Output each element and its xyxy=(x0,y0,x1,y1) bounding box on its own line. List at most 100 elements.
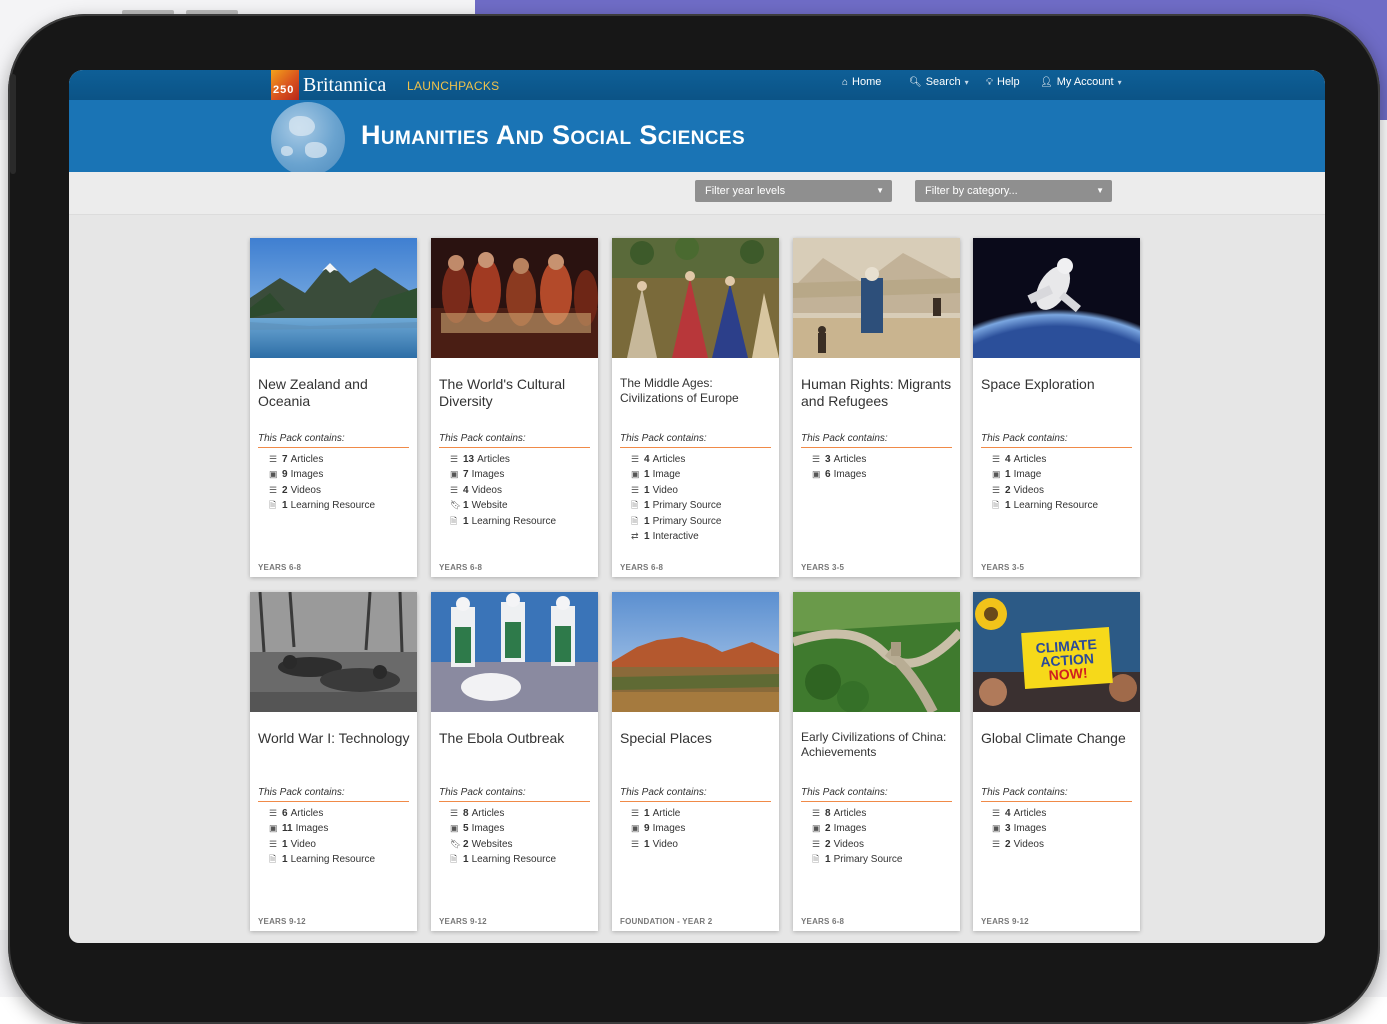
item-label: Articles xyxy=(477,454,510,465)
pack-content-item[interactable]: ☰ 2 Videos xyxy=(269,483,375,498)
image-icon: ▣ xyxy=(450,469,459,480)
pack-content-item[interactable]: 🗎︎ 1 Primary Source xyxy=(812,852,902,867)
pack-card-middle-ages[interactable]: The Middle Ages: Civilizations of Europe… xyxy=(612,238,779,577)
item-count: 1 xyxy=(825,854,831,866)
document-icon: 🗎︎ xyxy=(269,854,277,865)
item-label: Images xyxy=(1013,823,1047,835)
pack-title[interactable]: The Middle Ages: Civilizations of Europe xyxy=(620,376,774,406)
pack-content-item[interactable]: ☰ 4 Articles xyxy=(631,452,721,467)
pack-content-item[interactable]: 🗎︎ 1 Learning Resource xyxy=(269,852,375,867)
pack-contents-list: ☰ 4 Articles ▣ 1 Image ☰ 1 Video 🗎︎ 1 Primary Sourc… xyxy=(631,452,721,544)
pack-title[interactable]: Special Places xyxy=(620,730,774,747)
pack-content-item[interactable]: ☰ 2 Videos xyxy=(812,837,902,852)
nav-my-account[interactable]: 👤︎ My Account ▾ xyxy=(1040,76,1122,88)
pack-title[interactable]: The World's Cultural Diversity xyxy=(439,376,593,410)
pack-card-world-war-i[interactable]: World War I: Technology This Pack contai… xyxy=(250,592,417,931)
category-filter-select[interactable]: Filter by category... ▼ xyxy=(915,180,1112,202)
pack-title[interactable]: The Ebola Outbreak xyxy=(439,730,593,747)
pack-card-climate-change[interactable]: CLIMATE ACTION NOW! Global Climate Chang… xyxy=(973,592,1140,931)
pack-card-cultural-diversity[interactable]: The World's Cultural Diversity This Pack… xyxy=(431,238,598,577)
item-count: 2 xyxy=(282,484,288,496)
pack-content-item[interactable]: 🗎︎ 1 Primary Source xyxy=(631,514,721,529)
item-count: 3 xyxy=(1005,823,1011,835)
pack-card-ebola[interactable]: The Ebola Outbreak This Pack contains: ☰… xyxy=(431,592,598,931)
pack-title[interactable]: Human Rights: Migrants and Refugees xyxy=(801,376,955,410)
pack-content-item[interactable]: ▣ 7 Images xyxy=(450,467,556,482)
pack-content-item[interactable]: 🔖︎ 1 Website xyxy=(450,498,556,513)
item-count: 6 xyxy=(282,808,288,819)
pack-content-item[interactable]: 🗎︎ 1 Primary Source xyxy=(631,498,721,513)
pack-title[interactable]: New Zealand and Oceania xyxy=(258,376,412,410)
pack-content-item[interactable]: 🔖︎ 2 Websites xyxy=(450,837,556,852)
pack-content-item[interactable]: ▣ 6 Images xyxy=(812,467,866,482)
year-level-filter-select[interactable]: Filter year levels ▼ xyxy=(695,180,892,202)
video-icon: ☰ xyxy=(812,838,821,849)
pack-content-item[interactable]: ☰ 4 Videos xyxy=(450,483,556,498)
item-label: Images xyxy=(833,823,867,835)
nav-help[interactable]: 💡︎ Help xyxy=(986,76,1020,88)
pack-content-item[interactable]: ▣ 9 Images xyxy=(269,467,375,482)
item-label: Primary Source xyxy=(652,500,722,512)
articles-icon: ☰ xyxy=(450,454,459,464)
pack-content-item[interactable]: ☰ 1 Article xyxy=(631,806,685,821)
pack-content-item[interactable]: ▣ 1 Image xyxy=(992,467,1098,482)
chevron-down-icon: ▼ xyxy=(1096,186,1104,195)
year-level-badge: YEARS 6-8 xyxy=(620,563,664,572)
pack-content-item[interactable]: ☰ 13 Articles xyxy=(450,452,556,467)
pack-content-item[interactable]: 🗎︎ 1 Learning Resource xyxy=(450,852,556,867)
pack-content-item[interactable]: 🗎︎ 1 Learning Resource xyxy=(992,498,1098,513)
nav-home[interactable]: ⌂ Home xyxy=(842,76,881,88)
pack-content-item[interactable]: ▣ 3 Images xyxy=(992,821,1046,836)
nav-home-label: Home xyxy=(852,76,882,88)
pack-content-item[interactable]: ☰ 3 Articles xyxy=(812,452,866,467)
pack-content-item[interactable]: ☰ 1 Video xyxy=(269,837,375,852)
video-icon: ☰ xyxy=(450,484,459,495)
pack-content-item[interactable]: 🗎︎ 1 Learning Resource xyxy=(450,514,556,529)
item-label: Videos xyxy=(471,484,502,496)
pack-content-item[interactable]: ▣ 2 Images xyxy=(812,821,902,836)
pack-title[interactable]: Global Climate Change xyxy=(981,730,1135,747)
pack-content-item[interactable]: ▣ 9 Images xyxy=(631,821,685,836)
cultural-dancers-image xyxy=(431,238,598,358)
articles-icon: ☰ xyxy=(631,808,640,818)
pack-title[interactable]: World War I: Technology xyxy=(258,730,412,747)
pack-card-new-zealand[interactable]: New Zealand and Oceania This Pack contai… xyxy=(250,238,417,577)
item-label: Websites xyxy=(471,838,513,850)
pack-content-item[interactable]: ☰ 2 Videos xyxy=(992,837,1046,852)
pack-card-early-china[interactable]: Early Civilizations of China: Achievemen… xyxy=(793,592,960,931)
pack-card-space-exploration[interactable]: Space Exploration This Pack contains: ☰ 4… xyxy=(973,238,1140,577)
pack-card-special-places[interactable]: Special Places This Pack contains: ☰ 1 Art… xyxy=(612,592,779,931)
video-icon: ☰ xyxy=(992,484,1001,495)
pack-title[interactable]: Early Civilizations of China: Achievemen… xyxy=(801,730,955,760)
nav-search[interactable]: 🔍︎ Search ▾ xyxy=(909,76,969,88)
pack-content-item[interactable]: ☰ 4 Articles xyxy=(992,452,1098,467)
pack-content-item[interactable]: ☰ 1 Video xyxy=(631,483,721,498)
pack-content-item[interactable]: ☰ 4 Articles xyxy=(992,806,1046,821)
item-label: Articles xyxy=(652,454,686,465)
pack-contains-label: This Pack contains: xyxy=(981,787,1132,802)
pack-content-item[interactable]: ☰ 2 Videos xyxy=(992,483,1098,498)
pack-content-item[interactable]: ▣ 5 Images xyxy=(450,821,556,836)
pack-content-item[interactable]: ⇄ 1 Interactive xyxy=(631,529,721,544)
brand-name[interactable]: Britannica xyxy=(303,74,386,97)
pack-contains-label: This Pack contains: xyxy=(981,433,1132,448)
pack-content-item[interactable]: ☰ 1 Video xyxy=(631,837,685,852)
pack-title[interactable]: Space Exploration xyxy=(981,376,1135,393)
item-label: Videos xyxy=(1013,838,1044,850)
year-level-badge: YEARS 9-12 xyxy=(981,917,1029,926)
pack-content-item[interactable]: ☰ 8 Articles xyxy=(812,806,902,821)
pack-content-item[interactable]: ☰ 7 Articles xyxy=(269,452,375,467)
pack-content-item[interactable]: ▣ 1 Image xyxy=(631,467,721,482)
image-icon: ▣ xyxy=(812,823,821,834)
pack-content-item[interactable]: ▣ 11 Images xyxy=(269,821,375,836)
item-label: Articles xyxy=(833,454,867,465)
pack-content-item[interactable]: ☰ 6 Articles xyxy=(269,806,375,821)
pack-contains-label: This Pack contains: xyxy=(801,787,952,802)
pack-card-human-rights[interactable]: Human Rights: Migrants and Refugees This… xyxy=(793,238,960,577)
nav-search-label: Search xyxy=(925,76,961,88)
nav-account-label: My Account xyxy=(1056,76,1114,88)
item-count: 4 xyxy=(463,484,469,496)
item-count: 13 xyxy=(463,454,475,465)
pack-content-item[interactable]: ☰ 8 Articles xyxy=(450,806,556,821)
pack-content-item[interactable]: 🗎︎ 1 Learning Resource xyxy=(269,498,375,513)
